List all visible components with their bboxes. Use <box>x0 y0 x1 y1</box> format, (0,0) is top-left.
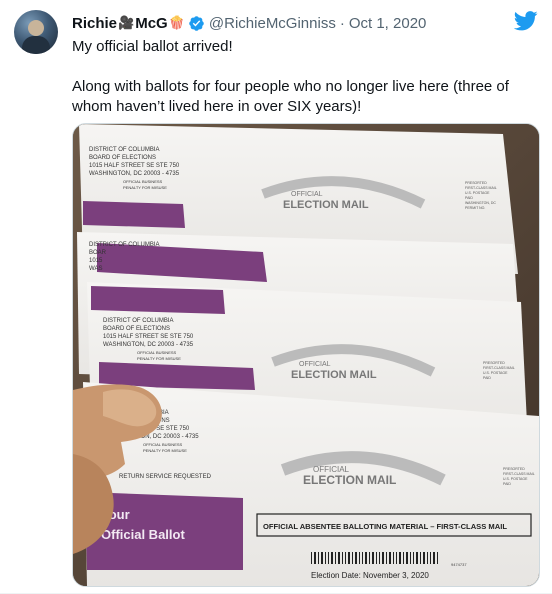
env4-postage-4: PAID <box>503 482 511 486</box>
env3-addr-1: DISTRICT OF COLUMBIA <box>103 318 174 324</box>
env2-addr-1: DISTRICT OF COLUMBIA <box>89 242 160 248</box>
env1-postage-2: FIRST-CLASS MAIL <box>465 186 497 190</box>
tweet-card: Richie 🎥 McG 🍿 @RichieMcGinniss · Oct 1,… <box>0 0 552 594</box>
barcode-number: 9474737 <box>451 562 467 567</box>
env3-postage-2: FIRST-CLASS MAIL <box>483 366 515 370</box>
env1-addr-5: OFFICIAL BUSINESS <box>123 179 163 184</box>
env3-postage-1: PRESORTED <box>483 361 505 365</box>
env1-addr-3: 1015 HALF STREET SE STE 750 <box>89 163 180 169</box>
env3-addr-4: WASHINGTON, DC 20003 - 4735 <box>103 342 194 348</box>
env4-seal-title: ELECTION MAIL <box>303 473 396 487</box>
author-handle[interactable]: @RichieMcGinniss <box>209 15 336 32</box>
env3-addr-2: BOARD OF ELECTIONS <box>103 326 170 332</box>
env3-seal-title: ELECTION MAIL <box>291 369 377 381</box>
env1-postage-4: PAID <box>465 196 473 200</box>
election-date: Election Date: November 3, 2020 <box>311 571 429 580</box>
official-ballot-label: Official Ballot <box>101 527 185 542</box>
env1-seal-title: ELECTION MAIL <box>283 199 369 211</box>
env3-postage-4: PAID <box>483 376 491 380</box>
env1-postage-6: PERMIT NO. <box>465 206 485 210</box>
env4-postage-1: PRESORTED <box>503 467 525 471</box>
env4-postage-3: U.S. POSTAGE <box>503 477 528 481</box>
env3-addr-6: PENALTY FOR MISUSE <box>137 356 181 361</box>
separator-dot: · <box>339 14 345 32</box>
env3-postage-3: U.S. POSTAGE <box>483 371 508 375</box>
env3-addr-5: OFFICIAL BUSINESS <box>137 350 177 355</box>
avatar[interactable] <box>14 10 58 54</box>
env2-addr-3: 1015 <box>89 258 103 264</box>
tweet-header: Richie 🎥 McG 🍿 @RichieMcGinniss · Oct 1,… <box>72 13 426 33</box>
env1-addr-2: BOARD OF ELECTIONS <box>89 155 156 161</box>
twitter-bird-icon[interactable] <box>514 11 538 31</box>
tweet-photo[interactable]: DISTRICT OF COLUMBIA BOARD OF ELECTIONS … <box>72 123 540 587</box>
env1-postage-1: PRESORTED <box>465 181 487 185</box>
env1-addr-1: DISTRICT OF COLUMBIA <box>89 147 160 153</box>
return-service-requested: RETURN SERVICE REQUESTED <box>119 474 212 480</box>
tweet-text: My official ballot arrived! Along with b… <box>72 37 534 117</box>
camera-emoji: 🎥 <box>118 15 135 30</box>
env3-seal-official: OFFICIAL <box>299 361 331 368</box>
env1-postage-5: WASHINGTON, DC <box>465 201 496 205</box>
tweet-text-line-1: My official ballot arrived! <box>72 38 233 55</box>
verified-badge-icon <box>189 15 204 31</box>
tweet-text-line-2: Along with ballots for four people who n… <box>72 78 509 115</box>
avatar-head <box>28 20 44 36</box>
env2-addr-2: BOAR <box>89 250 107 256</box>
env2-addr-4: WAS <box>89 266 102 272</box>
env3-addr-3: 1015 HALF STREET SE STE 750 <box>103 334 194 340</box>
author-name[interactable]: Richie <box>72 15 117 32</box>
absentee-banner-text: OFFICIAL ABSENTEE BALLOTING MATERIAL – F… <box>263 522 507 531</box>
env4-addr-5: OFFICIAL BUSINESS <box>143 442 183 447</box>
env4-postage-2: FIRST-CLASS MAIL <box>503 472 535 476</box>
ballot-envelopes-photo: DISTRICT OF COLUMBIA BOARD OF ELECTIONS … <box>73 124 539 586</box>
popcorn-emoji: 🍿 <box>168 15 185 30</box>
env1-addr-4: WASHINGTON, DC 20003 - 4735 <box>89 171 180 177</box>
env1-addr-6: PENALTY FOR MISUSE <box>123 185 167 190</box>
author-name-suffix[interactable]: McG <box>135 15 168 32</box>
env1-seal-official: OFFICIAL <box>291 191 323 198</box>
env1-postage-3: U.S. POSTAGE <box>465 191 490 195</box>
avatar-body <box>22 36 50 54</box>
env4-addr-6: PENALTY FOR MISUSE <box>143 448 187 453</box>
tweet-date[interactable]: Oct 1, 2020 <box>349 15 427 32</box>
